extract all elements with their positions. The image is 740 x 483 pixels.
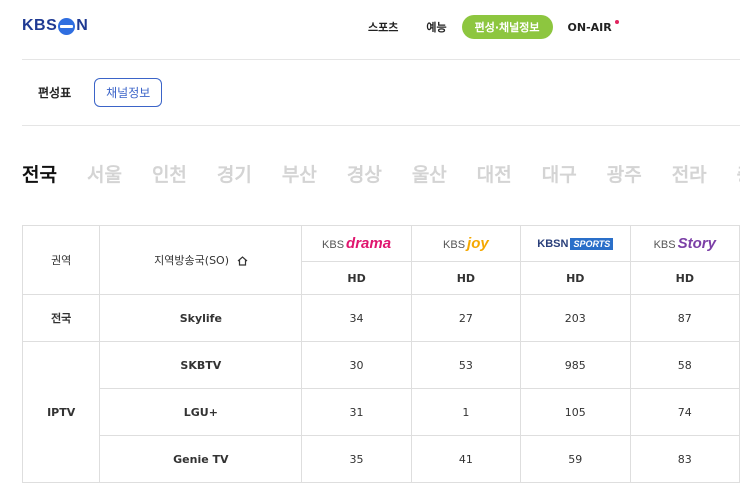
region-tab-ulsan[interactable]: 울산	[412, 160, 447, 187]
region-tab-seoul[interactable]: 서울	[87, 160, 122, 187]
quality-story: HD	[629, 261, 740, 295]
region-tabs: 전국 서울 인천 경기 부산 경상 울산 대전 대구 광주 전라 충	[22, 160, 740, 187]
channel-number-cell: 1	[410, 388, 521, 436]
header-divider	[22, 59, 740, 60]
tab-channel-info[interactable]: 채널정보	[94, 78, 163, 107]
nav-item-schedule-channel[interactable]: 편성·채널정보	[461, 15, 553, 39]
sub-tabs: 편성표 채널정보	[22, 78, 174, 107]
site-header: KBS N 스포츠 예능 편성·채널정보 ON-AIR	[0, 0, 740, 52]
header-so-label: 지역방송국(SO)	[154, 254, 229, 267]
table-row: IPTV SKBTV 30 53 985 58	[21, 341, 740, 483]
main-nav: 스포츠 예능 편성·채널정보 ON-AIR	[355, 15, 627, 39]
channel-logo-drama: KBS drama	[301, 225, 412, 262]
channel-number-cell: 34	[301, 294, 412, 342]
channel-number-cell: 27	[410, 294, 521, 342]
tab-schedule[interactable]: 편성표	[22, 79, 82, 106]
subtabs-divider	[22, 125, 740, 126]
logo-kbsn-text: KBSN	[537, 237, 569, 250]
channel-number-cell: 31	[301, 388, 412, 436]
region-tab-jeolla[interactable]: 전라	[672, 160, 707, 187]
channel-logo-story: KBS Story	[629, 225, 740, 262]
nav-item-onair[interactable]: ON-AIR	[555, 17, 625, 38]
region-cell: IPTV	[21, 341, 101, 483]
logo-kbs-text: KBS	[322, 239, 345, 251]
logo-story-text: Story	[677, 235, 716, 252]
header-region: 권역	[21, 225, 101, 295]
logo-ring-icon	[58, 17, 76, 35]
quality-drama: HD	[301, 261, 412, 295]
so-cell: Skylife	[99, 294, 303, 342]
logo-drama-text: drama	[346, 235, 392, 252]
channel-number-cell: 87	[629, 294, 740, 342]
quality-sports: HD	[519, 261, 631, 295]
channel-number-cell: 58	[629, 341, 740, 389]
channel-number-cell: 985	[519, 341, 631, 389]
region-tab-gyeonggi[interactable]: 경기	[217, 160, 252, 187]
so-cell: Genie TV	[99, 435, 303, 483]
logo-text-n: N	[76, 17, 89, 34]
channel-number-cell: 30	[301, 341, 412, 389]
so-cell: LGU+	[99, 388, 303, 436]
nav-item-entertainment[interactable]: 예능	[413, 15, 459, 39]
nav-item-onair-label: ON-AIR	[567, 20, 612, 34]
region-tab-busan[interactable]: 부산	[282, 160, 317, 187]
header-region-label: 권역	[51, 254, 72, 267]
logo-text-kbs: KBS	[22, 17, 58, 34]
so-cell: SKBTV	[99, 341, 303, 389]
channel-number-cell: 74	[629, 388, 740, 436]
channel-number-table: 권역 지역방송국(SO) KBS drama KBS joy KBSN SPORTS …	[21, 225, 740, 483]
region-tab-daegu[interactable]: 대구	[542, 160, 577, 187]
channel-number-cell: 105	[519, 388, 631, 436]
kbs-n-logo[interactable]: KBS N	[22, 16, 88, 36]
region-tab-gwangju[interactable]: 광주	[607, 160, 642, 187]
table-row: Genie TV 35 41 59 83	[23, 435, 740, 483]
nav-item-sports[interactable]: 스포츠	[355, 15, 411, 39]
home-icon	[237, 256, 247, 266]
logo-sports-text: SPORTS	[570, 237, 614, 250]
region-tab-gyeongsang[interactable]: 경상	[347, 160, 382, 187]
channel-number-cell: 53	[410, 341, 521, 389]
region-tab-incheon[interactable]: 인천	[152, 160, 187, 187]
channel-logo-sports: KBSN SPORTS	[519, 225, 631, 262]
channel-number-cell: 83	[629, 435, 740, 483]
logo-kbs-text: KBS	[443, 239, 466, 251]
channel-logo-joy: KBS joy	[410, 225, 521, 262]
channel-number-cell: 59	[519, 435, 631, 483]
quality-joy: HD	[410, 261, 521, 295]
table-row: LGU+ 31 1 105 74	[23, 388, 740, 436]
logo-joy-text: joy	[467, 235, 489, 252]
channel-number-cell: 203	[519, 294, 631, 342]
live-dot-icon	[614, 19, 619, 24]
header-so: 지역방송국(SO)	[99, 225, 303, 295]
region-tab-chung[interactable]: 충	[737, 160, 740, 187]
logo-kbs-text: KBS	[653, 239, 676, 251]
region-tab-national[interactable]: 전국	[22, 160, 57, 187]
region-tab-daejeon[interactable]: 대전	[477, 160, 512, 187]
region-cell: 전국	[21, 294, 101, 342]
table-row: 전국 Skylife 34 27 203 87	[21, 294, 740, 342]
channel-number-cell: 35	[301, 435, 412, 483]
channel-number-cell: 41	[410, 435, 521, 483]
